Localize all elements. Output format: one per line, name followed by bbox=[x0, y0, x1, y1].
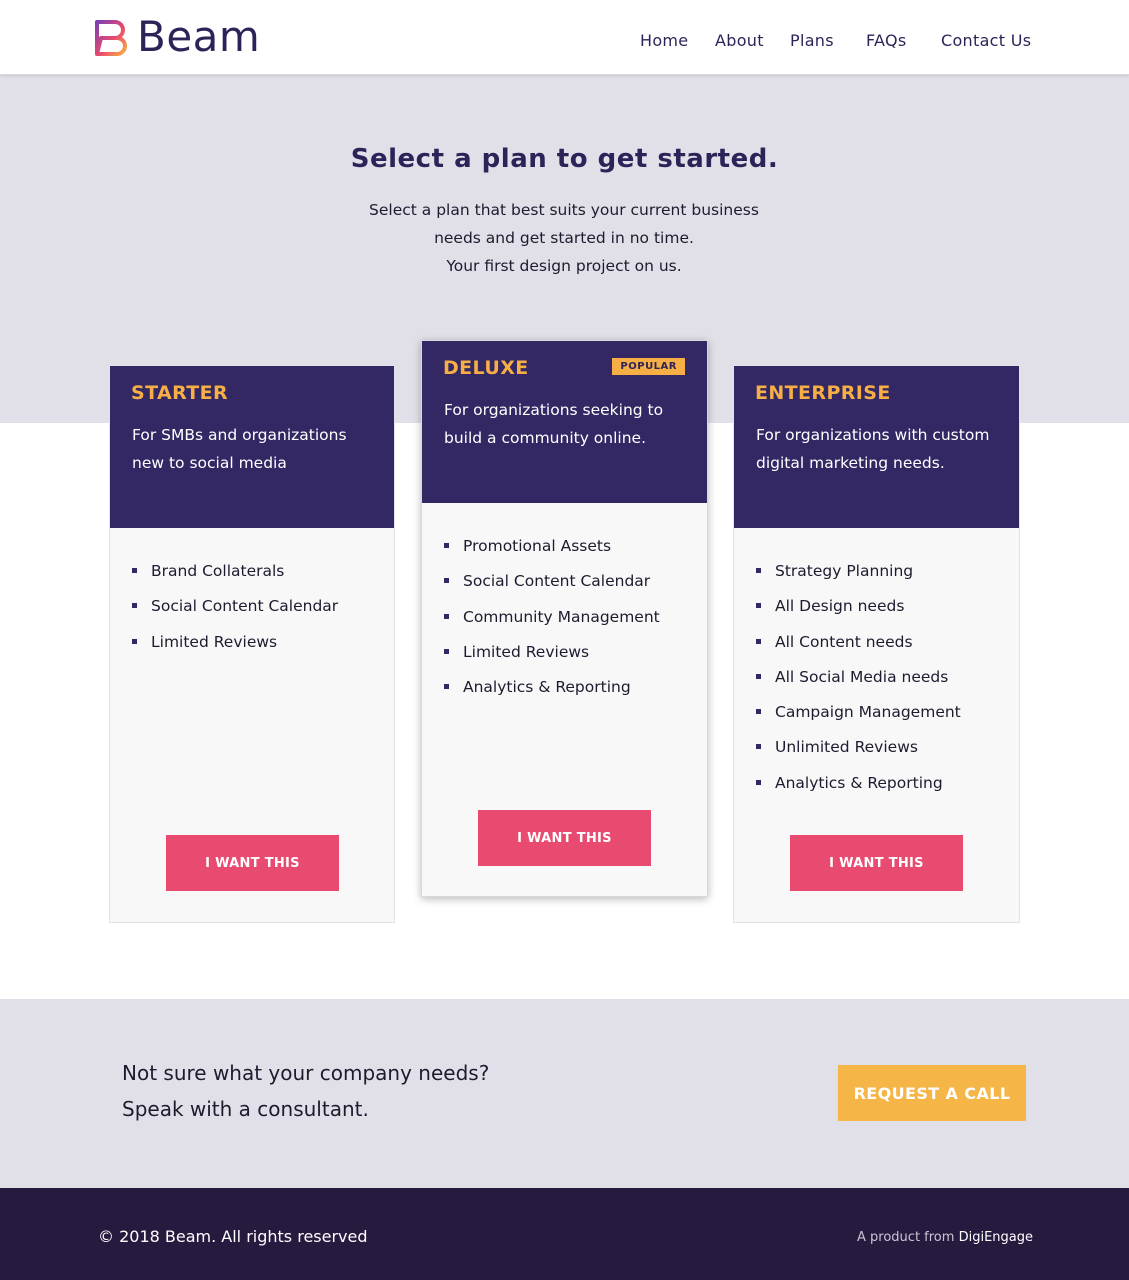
plan-card-header: ENTERPRISE For organizations with custom… bbox=[734, 366, 1019, 528]
starter-select-button[interactable]: I WANT THIS bbox=[166, 835, 339, 891]
bullet-icon bbox=[132, 568, 137, 573]
plan-card-deluxe: DELUXE POPULAR For organizations seeking… bbox=[421, 340, 708, 897]
bullet-icon bbox=[756, 779, 761, 785]
feature-label: Analytics & Reporting bbox=[775, 773, 943, 792]
bullet-icon bbox=[132, 603, 137, 609]
feature-label: Limited Reviews bbox=[463, 642, 590, 661]
feature-label: Promotional Assets bbox=[463, 537, 612, 555]
copyright-text: © 2018 Beam. All rights reserved bbox=[98, 1227, 368, 1246]
popular-badge: POPULAR bbox=[612, 358, 685, 375]
hero-subtitle-line: Select a plan that best suits your curre… bbox=[369, 201, 759, 219]
deluxe-select-button[interactable]: I WANT THIS bbox=[478, 810, 651, 866]
feature-label: Social Content Calendar bbox=[463, 572, 651, 591]
list-item: Social Content Calendar bbox=[444, 571, 660, 606]
list-item: Community Management bbox=[444, 607, 660, 642]
list-item: Analytics & Reporting bbox=[444, 677, 660, 712]
site-header: Beam Home About Plans FAQs Contact Us bbox=[0, 0, 1129, 75]
main-nav: Home About Plans FAQs Contact Us bbox=[0, 31, 1129, 53]
feature-label: Strategy Planning bbox=[775, 562, 914, 580]
plan-feature-list: Brand Collaterals Social Content Calenda… bbox=[132, 561, 338, 667]
list-item: All Design needs bbox=[756, 596, 961, 631]
plan-feature-list: Promotional Assets Social Content Calend… bbox=[444, 536, 660, 712]
feature-label: All Content needs bbox=[775, 632, 913, 651]
enterprise-select-button[interactable]: I WANT THIS bbox=[790, 835, 963, 891]
feature-label: Social Content Calendar bbox=[151, 597, 339, 616]
feature-label: Brand Collaterals bbox=[151, 562, 285, 580]
feature-label: Campaign Management bbox=[775, 703, 961, 722]
bullet-icon bbox=[132, 638, 137, 644]
bullet-icon bbox=[756, 744, 761, 750]
plan-name: DELUXE bbox=[443, 357, 529, 379]
page-title: Select a plan to get started. bbox=[350, 144, 779, 174]
site-footer: © 2018 Beam. All rights reserved A produ… bbox=[0, 1188, 1129, 1280]
consultant-line: Not sure what your company needs? bbox=[122, 1061, 490, 1085]
feature-label: All Social Media needs bbox=[775, 667, 949, 686]
consultant-line: Speak with a consultant. bbox=[122, 1097, 369, 1121]
list-item: Unlimited Reviews bbox=[756, 737, 961, 772]
list-item: Strategy Planning bbox=[756, 561, 961, 596]
bullet-icon bbox=[444, 684, 449, 690]
plan-card-enterprise: ENTERPRISE For organizations with custom… bbox=[733, 365, 1020, 923]
request-call-button[interactable]: REQUEST A CALL bbox=[838, 1065, 1026, 1121]
plan-description: For organizations with custom digital ma… bbox=[756, 426, 990, 472]
nav-plans[interactable]: Plans bbox=[790, 31, 834, 50]
list-item: Promotional Assets bbox=[444, 536, 660, 571]
plan-name: ENTERPRISE bbox=[755, 382, 891, 404]
bullet-icon bbox=[756, 709, 761, 715]
product-credit: A product from DigiEngage bbox=[857, 1230, 1033, 1245]
nav-about[interactable]: About bbox=[715, 31, 764, 50]
bullet-icon bbox=[756, 603, 761, 609]
bullet-icon bbox=[444, 613, 449, 619]
nav-faqs[interactable]: FAQs bbox=[866, 31, 907, 50]
plan-card-starter: STARTER For SMBs and organizations new t… bbox=[109, 365, 395, 923]
feature-label: Analytics & Reporting bbox=[463, 678, 631, 697]
list-item: Limited Reviews bbox=[132, 632, 338, 667]
feature-label: All Design needs bbox=[775, 597, 905, 616]
consultant-text: Not sure what your company needs? Speak … bbox=[122, 1055, 489, 1127]
nav-contact-us[interactable]: Contact Us bbox=[941, 31, 1031, 50]
list-item: Analytics & Reporting bbox=[756, 773, 961, 808]
feature-label: Limited Reviews bbox=[151, 632, 278, 651]
plan-description: For organizations seeking to build a com… bbox=[444, 401, 664, 447]
bullet-icon bbox=[444, 543, 449, 548]
hero-subtitle: Select a plan that best suits your curre… bbox=[314, 196, 814, 280]
plan-card-header: DELUXE POPULAR For organizations seeking… bbox=[422, 341, 707, 503]
list-item: All Social Media needs bbox=[756, 667, 961, 702]
list-item: All Content needs bbox=[756, 632, 961, 667]
plan-description: For SMBs and organizations new to social… bbox=[132, 426, 347, 472]
list-item: Brand Collaterals bbox=[132, 561, 338, 596]
list-item: Campaign Management bbox=[756, 702, 961, 737]
feature-label: Unlimited Reviews bbox=[775, 738, 918, 757]
list-item: Limited Reviews bbox=[444, 642, 660, 677]
plan-card-header: STARTER For SMBs and organizations new t… bbox=[110, 366, 394, 528]
bullet-icon bbox=[444, 578, 449, 584]
bullet-icon bbox=[444, 648, 449, 654]
plan-name: STARTER bbox=[131, 382, 229, 404]
hero-subtitle-line: needs and get started in no time. bbox=[434, 229, 694, 247]
bullet-icon bbox=[756, 673, 761, 679]
bullet-icon bbox=[756, 568, 761, 573]
nav-home[interactable]: Home bbox=[640, 31, 688, 50]
consultant-section: Not sure what your company needs? Speak … bbox=[0, 999, 1129, 1188]
hero-subtitle-line: Your first design project on us. bbox=[446, 257, 682, 275]
feature-label: Community Management bbox=[463, 607, 660, 626]
product-credit-prefix: A product from bbox=[857, 1230, 955, 1245]
bullet-icon bbox=[756, 638, 761, 644]
plan-feature-list: Strategy Planning All Design needs All C… bbox=[756, 561, 961, 808]
product-credit-link[interactable]: DigiEngage bbox=[959, 1230, 1033, 1245]
list-item: Social Content Calendar bbox=[132, 596, 338, 631]
